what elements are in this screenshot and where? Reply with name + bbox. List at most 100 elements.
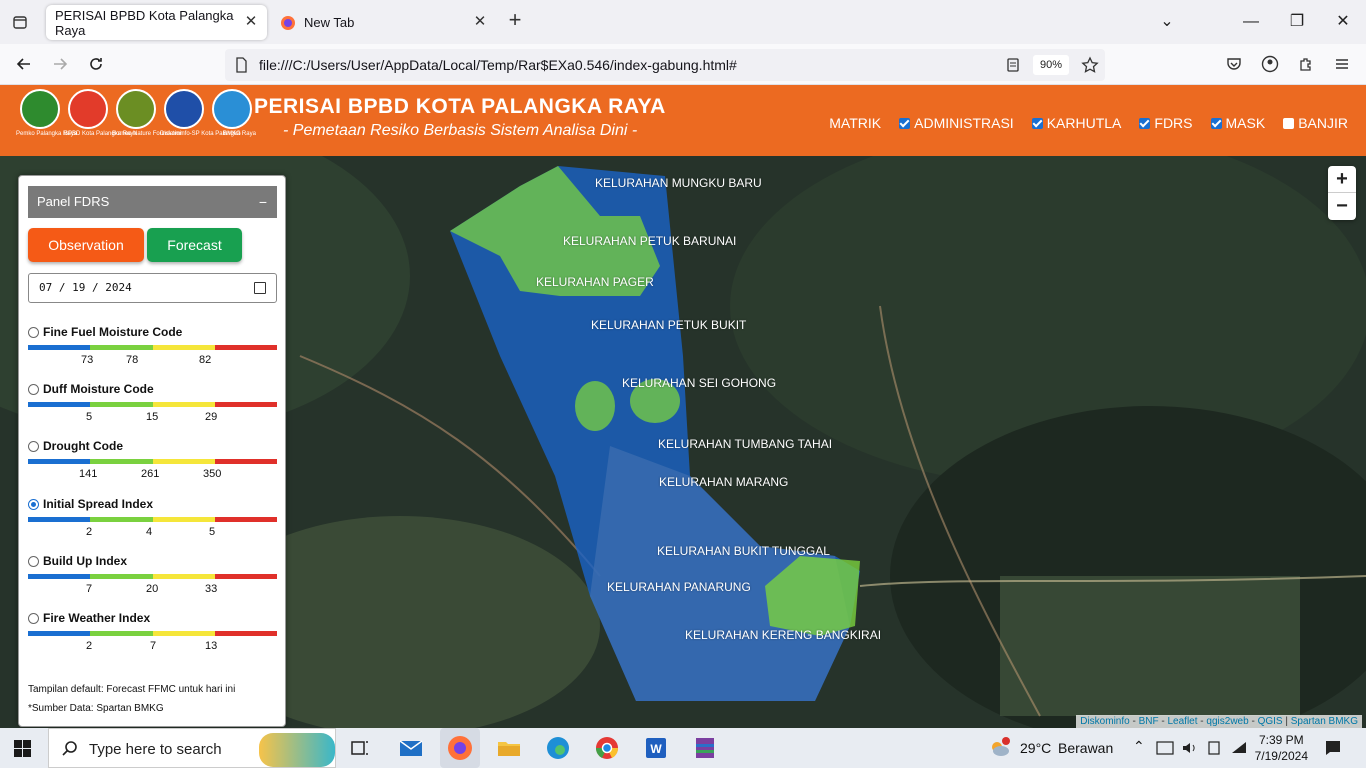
kelurahan-label[interactable]: KELURAHAN MUNGKU BARU	[595, 176, 762, 190]
mail-icon[interactable]	[397, 734, 425, 762]
kelurahan-label[interactable]: KELURAHAN MARANG	[659, 475, 788, 489]
back-arrow-icon[interactable]	[12, 52, 36, 76]
menu-karhutla[interactable]: KARHUTLA	[1031, 115, 1122, 131]
kelurahan-label[interactable]: KELURAHAN PETUK BARUNAI	[563, 234, 736, 248]
index-option[interactable]: Initial Spread Index 2 4 5	[28, 495, 277, 543]
hamburger-menu-icon[interactable]	[1330, 52, 1354, 76]
menu-mask[interactable]: MASK	[1210, 115, 1266, 131]
mask-checkbox[interactable]	[1210, 117, 1222, 129]
panel-note: Tampilan default: Forecast FFMC untuk ha…	[28, 684, 236, 695]
zoom-level-badge[interactable]: 90%	[1033, 55, 1069, 75]
new-tab-button[interactable]: +	[504, 9, 526, 32]
observation-button[interactable]: Observation	[28, 228, 144, 262]
attribution-link[interactable]: QGIS	[1258, 716, 1283, 727]
reload-icon[interactable]	[84, 52, 108, 76]
index-radio[interactable]	[28, 441, 39, 452]
kelurahan-label[interactable]: KELURAHAN TUMBANG TAHAI	[658, 437, 832, 451]
chrome-icon[interactable]	[593, 734, 621, 762]
forward-arrow-icon[interactable]	[48, 52, 72, 76]
panel-header[interactable]: Panel FDRS −	[28, 186, 277, 218]
banjir-checkbox[interactable]	[1283, 117, 1295, 129]
kelurahan-label[interactable]: KELURAHAN KERENG BANGKIRAI	[685, 628, 881, 642]
menu-administrasi[interactable]: ADMINISTRASI	[899, 115, 1014, 131]
account-icon[interactable]	[1258, 52, 1282, 76]
windows-start-icon[interactable]	[14, 740, 31, 757]
attribution-link[interactable]: Leaflet	[1167, 716, 1197, 727]
weather-temp[interactable]: 29°C	[1020, 740, 1051, 756]
tab-perisai[interactable]: PERISAI BPBD Kota Palangka Raya ✕	[46, 5, 267, 40]
index-option[interactable]: Drought Code 141 261 350	[28, 437, 277, 485]
zoom-out-button[interactable]: −	[1328, 193, 1356, 220]
task-view-icon[interactable]	[346, 734, 374, 762]
close-icon[interactable]: ✕	[243, 14, 259, 30]
menu-label: ADMINISTRASI	[914, 115, 1014, 131]
volume-icon[interactable]	[1181, 740, 1199, 756]
reader-view-icon[interactable]	[1005, 57, 1021, 73]
menu-fdrs[interactable]: FDRS	[1139, 115, 1193, 131]
fdrs-checkbox[interactable]	[1139, 117, 1151, 129]
scale-segment	[152, 574, 215, 579]
battery-icon[interactable]	[1206, 740, 1222, 756]
language-icon[interactable]	[1156, 740, 1174, 756]
menu-label: KARHUTLA	[1046, 115, 1122, 131]
pocket-icon[interactable]	[1222, 52, 1246, 76]
word-icon[interactable]: W	[642, 734, 670, 762]
attribution-link[interactable]: Diskominfo	[1080, 716, 1129, 727]
weather-cloud-icon[interactable]	[988, 736, 1012, 760]
tab-new-tab[interactable]: New Tab ✕	[272, 5, 496, 40]
wifi-icon[interactable]	[1230, 740, 1248, 756]
system-clock[interactable]: 7:39 PM 7/19/2024	[1255, 732, 1308, 764]
index-option[interactable]: Fire Weather Index 2 7 13	[28, 609, 277, 657]
kelurahan-label[interactable]: KELURAHAN BUKIT TUNGGAL	[657, 544, 830, 558]
close-icon[interactable]: ✕	[472, 14, 488, 30]
restore-icon[interactable]: ❐	[1285, 10, 1309, 34]
file-explorer-icon[interactable]	[495, 734, 523, 762]
date-input[interactable]: 07 / 19 / 2024	[28, 273, 277, 303]
index-radio[interactable]	[28, 499, 39, 510]
attribution-link[interactable]: BNF	[1139, 716, 1159, 727]
forecast-button[interactable]: Forecast	[147, 228, 242, 262]
winrar-icon[interactable]	[691, 734, 719, 762]
index-option[interactable]: Build Up Index 7 20 33	[28, 552, 277, 600]
taskbar-search[interactable]: Type here to search	[48, 728, 336, 768]
attribution-link[interactable]: qgis2web	[1206, 716, 1248, 727]
index-option[interactable]: Duff Moisture Code 5 15 29	[28, 380, 277, 428]
index-color-scale	[28, 459, 277, 464]
karhutla-checkbox[interactable]	[1031, 117, 1043, 129]
chevron-down-icon[interactable]: ⌄	[1155, 10, 1179, 34]
list-all-tabs-icon[interactable]	[8, 10, 32, 34]
menu-label: MASK	[1225, 115, 1266, 131]
collapse-icon[interactable]: −	[259, 186, 267, 218]
bookmark-star-icon[interactable]	[1081, 56, 1099, 74]
calendar-icon[interactable]	[254, 282, 266, 294]
scale-tick: 350	[203, 468, 222, 480]
panel-source: *Sumber Data: Spartan BMKG	[28, 703, 164, 714]
index-radio[interactable]	[28, 556, 39, 567]
chevron-up-icon[interactable]: ⌃	[1133, 738, 1145, 755]
kelurahan-label[interactable]: KELURAHAN SEI GOHONG	[622, 376, 776, 390]
notification-icon[interactable]	[1324, 739, 1342, 757]
menu-matrik[interactable]: MATRIK	[829, 115, 881, 131]
scale-segment	[214, 459, 277, 464]
panel-title: Panel FDRS	[37, 194, 110, 209]
index-radio[interactable]	[28, 613, 39, 624]
close-window-icon[interactable]: ✕	[1331, 10, 1355, 34]
kelurahan-label[interactable]: KELURAHAN PANARUNG	[607, 580, 751, 594]
kelurahan-label[interactable]: KELURAHAN PETUK BUKIT	[591, 318, 746, 332]
extensions-icon[interactable]	[1294, 52, 1318, 76]
url-bar[interactable]: file:///C:/Users/User/AppData/Local/Temp…	[225, 49, 1105, 81]
index-radio[interactable]	[28, 384, 39, 395]
index-radio[interactable]	[28, 327, 39, 338]
zoom-in-button[interactable]: +	[1328, 166, 1356, 193]
scale-segment	[152, 517, 215, 522]
scale-tick: 2	[86, 526, 93, 538]
firefox-taskbar-active[interactable]	[440, 728, 480, 768]
administrasi-checkbox[interactable]	[899, 117, 911, 129]
index-option[interactable]: Fine Fuel Moisture Code 73 78 82	[28, 323, 277, 371]
weather-desc[interactable]: Berawan	[1058, 740, 1113, 756]
minimize-icon[interactable]: —	[1239, 10, 1263, 34]
edge-icon[interactable]	[544, 734, 572, 762]
kelurahan-label[interactable]: KELURAHAN PAGER	[536, 275, 654, 289]
menu-banjir[interactable]: BANJIR	[1283, 115, 1348, 131]
attribution-link[interactable]: Spartan BMKG	[1291, 716, 1358, 727]
